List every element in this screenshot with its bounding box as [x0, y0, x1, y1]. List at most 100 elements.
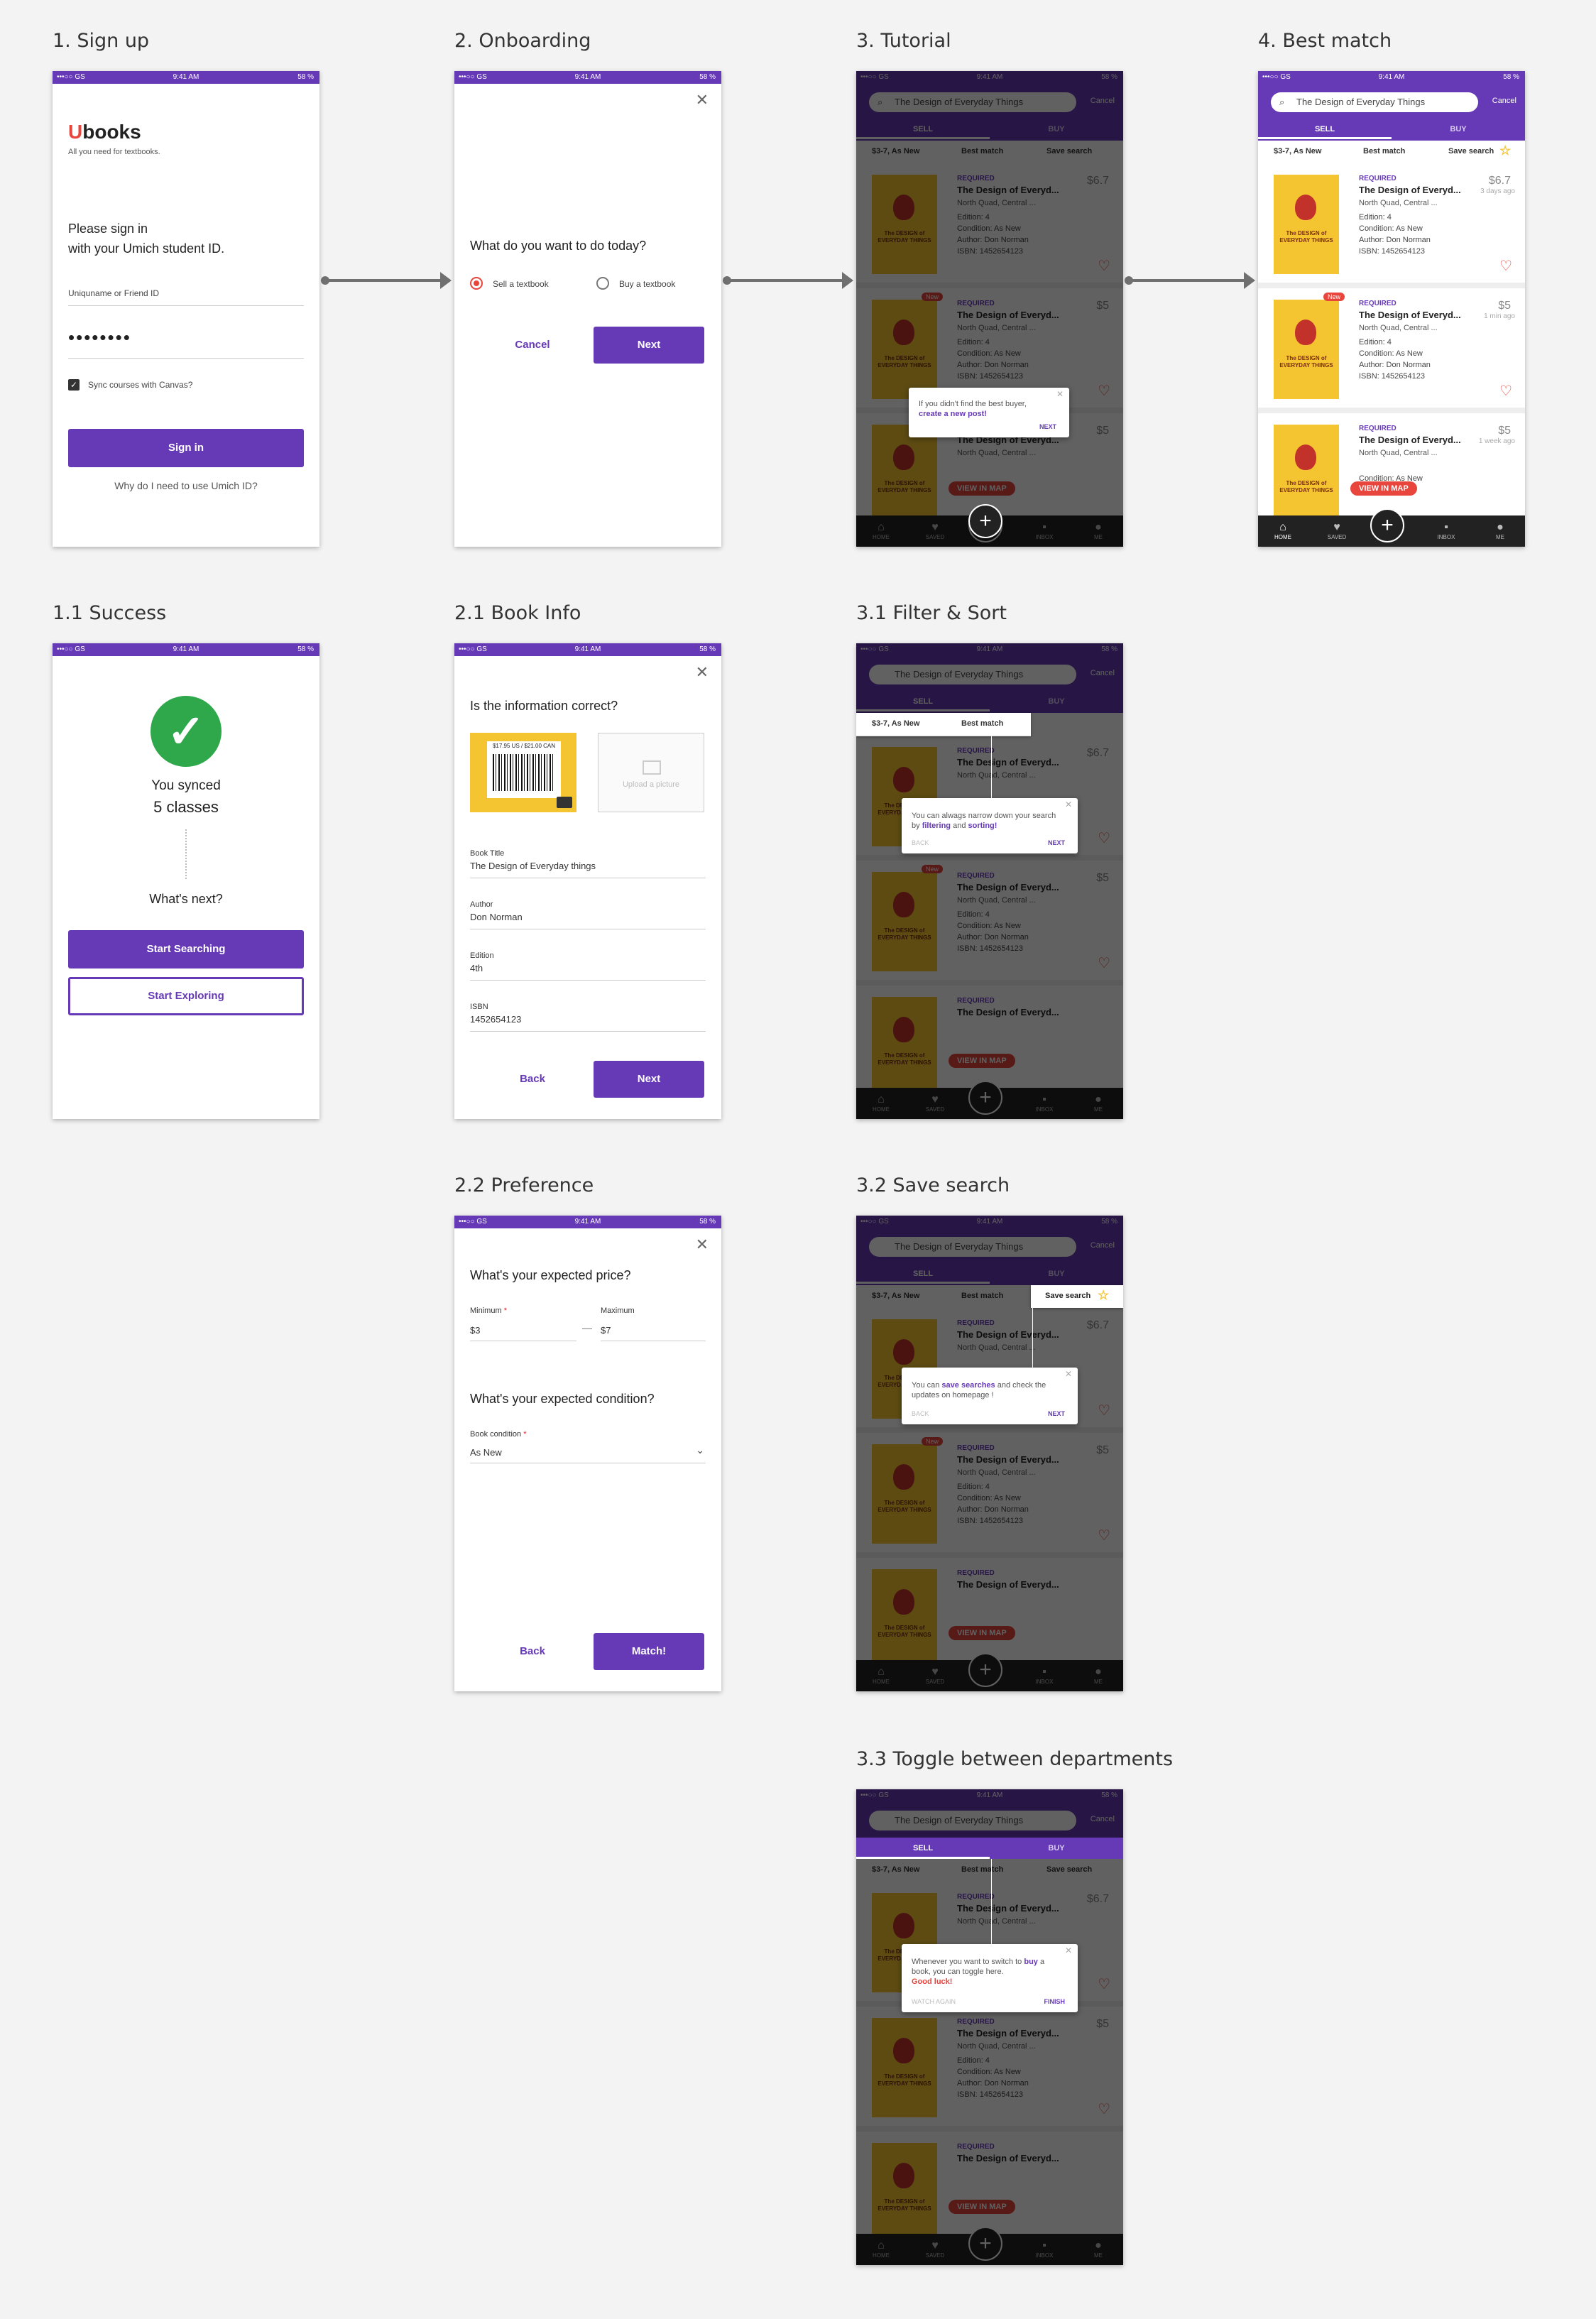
close-icon[interactable]: ✕	[696, 92, 709, 108]
clock: 9:41 AM	[574, 1218, 601, 1226]
bottom-nav: ⌂HOME ♥SAVED + ▪INBOX ●ME	[1258, 508, 1525, 547]
status-bar: •••○○ GS 9:41 AM 58 %	[454, 1216, 721, 1228]
close-icon[interactable]: ✕	[1065, 1369, 1072, 1379]
why-umich-link[interactable]: Why do I need to use Umich ID?	[53, 480, 319, 491]
nav-saved[interactable]: ♥SAVED	[1319, 521, 1355, 540]
star-icon: ☆	[1098, 1288, 1110, 1302]
listing-card[interactable]: The DESIGN of EVERYDAY THINGS New REQUIR…	[1258, 288, 1525, 413]
sync-checkbox[interactable]: ✓	[68, 379, 80, 391]
highlighted-add-button[interactable]: +	[968, 504, 1002, 538]
person-icon: ●	[1497, 521, 1504, 533]
isbn: ISBN: 1452654123	[1359, 372, 1425, 381]
section-label-preference: 2.2 Preference	[454, 1174, 594, 1196]
status-bar: •••○○ GS 9:41 AM 58 %	[53, 71, 319, 84]
toggle-tooltip: ✕ Whenever you want to switch to buy a b…	[902, 1944, 1078, 2012]
isbn-field[interactable]: 1452654123	[470, 1014, 521, 1025]
back-button[interactable]: Back	[497, 1061, 568, 1098]
edition: Edition: 4	[1359, 338, 1392, 347]
sort-dropdown[interactable]: Best match	[961, 719, 1003, 728]
start-exploring-button[interactable]: Start Exploring	[68, 977, 304, 1015]
close-icon[interactable]: ✕	[1056, 389, 1064, 399]
tooltip-next[interactable]: NEXT	[1039, 423, 1056, 430]
maximum-price-field[interactable]: $7	[601, 1325, 611, 1336]
start-searching-button[interactable]: Start Searching	[68, 930, 304, 968]
edition-field[interactable]: 4th	[470, 963, 483, 973]
range-dash: —	[582, 1322, 592, 1333]
heart-icon[interactable]: ♡	[1499, 257, 1512, 275]
tab-buy[interactable]: BUY	[1392, 119, 1525, 139]
close-icon[interactable]: ✕	[1065, 1946, 1072, 1955]
star-icon[interactable]: ☆	[1499, 143, 1511, 158]
view-in-map-button[interactable]: VIEW IN MAP	[1350, 481, 1417, 496]
author-field[interactable]: Don Norman	[470, 912, 523, 922]
book-cover: The DESIGN of EVERYDAY THINGS	[1274, 175, 1339, 274]
tagline: All you need for textbooks.	[68, 148, 160, 156]
camera-icon[interactable]	[557, 797, 572, 808]
next-button[interactable]: Next	[594, 327, 704, 364]
add-post-button[interactable]: +	[1370, 508, 1404, 542]
watch-again-button[interactable]: WATCH AGAIN	[912, 1998, 956, 2005]
tooltip-back[interactable]: BACK	[912, 839, 929, 846]
success-check-icon: ✓	[151, 696, 222, 767]
search-input[interactable]: ⌕The Design of Everyday Things	[1271, 92, 1478, 112]
filter-price-condition[interactable]: $3-7, As New	[1274, 147, 1321, 155]
close-icon[interactable]: ✕	[1065, 800, 1072, 809]
section-label-onboarding: 2. Onboarding	[454, 30, 591, 52]
flow-arrow	[325, 279, 442, 282]
finish-button[interactable]: FINISH	[1044, 1998, 1065, 2005]
upload-picture-box[interactable]: Upload a picture	[598, 733, 704, 812]
search-cancel[interactable]: Cancel	[1492, 97, 1516, 105]
posted-time: 1 week ago	[1478, 437, 1515, 445]
status-bar: •••○○ GS 9:41 AM 58 %	[53, 643, 319, 656]
username-underline	[68, 305, 304, 306]
save-search-button[interactable]: Save search	[1448, 147, 1494, 155]
minimum-price-field[interactable]: $3	[470, 1325, 480, 1336]
next-button[interactable]: Next	[594, 1061, 704, 1098]
book-title: The Design of Everyd...	[1359, 435, 1461, 445]
location: North Quad, Central ...	[1359, 449, 1438, 457]
synced-line2: 5 classes	[153, 798, 219, 816]
tab-sell[interactable]: SELL	[1258, 119, 1392, 139]
nav-home[interactable]: ⌂HOME	[1265, 521, 1301, 540]
book-title: The Design of Everyd...	[1359, 310, 1461, 320]
sort-dropdown[interactable]: Best match	[1363, 147, 1405, 155]
section-label-success: 1.1 Success	[53, 602, 167, 624]
section-label-sign-up: 1. Sign up	[53, 30, 150, 52]
section-label-book-info: 2.1 Book Info	[454, 602, 581, 624]
nav-me[interactable]: ●ME	[1482, 521, 1518, 540]
barcode-photo[interactable]: $17.95 US / $21.00 CAN	[470, 733, 576, 812]
back-button[interactable]: Back	[497, 1633, 568, 1670]
battery: 58 %	[699, 73, 716, 81]
cancel-button[interactable]: Cancel	[497, 327, 568, 364]
logo-u: U	[68, 121, 83, 143]
filter-bar: $3-7, As New Best match Save search ☆	[1258, 141, 1525, 164]
close-icon[interactable]: ✕	[696, 1237, 709, 1253]
isbn-underline	[470, 1031, 706, 1032]
condition-question: What's your expected condition?	[470, 1392, 655, 1406]
tooltip-back[interactable]: BACK	[912, 1410, 929, 1417]
tutorial-tooltip: ✕ If you didn't find the best buyer, crea…	[909, 388, 1069, 437]
tutorial-overlay	[856, 1789, 1123, 2265]
buy-radio[interactable]	[596, 277, 609, 290]
listing-card[interactable]: The DESIGN of EVERYDAY THINGS REQUIRED T…	[1258, 163, 1525, 288]
condition-select[interactable]: As New	[470, 1447, 502, 1458]
tab-buy[interactable]: BUY	[990, 1838, 1123, 1859]
heart-icon[interactable]: ♡	[1499, 382, 1512, 400]
close-icon[interactable]: ✕	[696, 665, 709, 680]
signin-button[interactable]: Sign in	[68, 429, 304, 467]
section-label-tutorial: 3. Tutorial	[856, 30, 951, 52]
tab-sell[interactable]: SELL	[856, 1838, 990, 1859]
edition-label: Edition	[470, 951, 494, 960]
tooltip-next[interactable]: NEXT	[1048, 839, 1065, 846]
title-field[interactable]: The Design of Everyday things	[470, 861, 596, 871]
nav-inbox[interactable]: ▪INBOX	[1428, 521, 1464, 540]
match-button[interactable]: Match!	[594, 1633, 704, 1670]
password-field[interactable]: ••••••••	[68, 327, 131, 349]
flow-arrow	[727, 279, 843, 282]
sell-radio[interactable]	[470, 277, 483, 290]
highlighted-save-search[interactable]: Save search ☆	[1031, 1285, 1123, 1308]
username-field[interactable]: Uniquname or Friend ID	[68, 288, 159, 298]
tooltip-next[interactable]: NEXT	[1048, 1410, 1065, 1417]
filter-price-condition[interactable]: $3-7, As New	[872, 719, 919, 728]
chevron-down-icon[interactable]: ⌄	[696, 1444, 704, 1456]
